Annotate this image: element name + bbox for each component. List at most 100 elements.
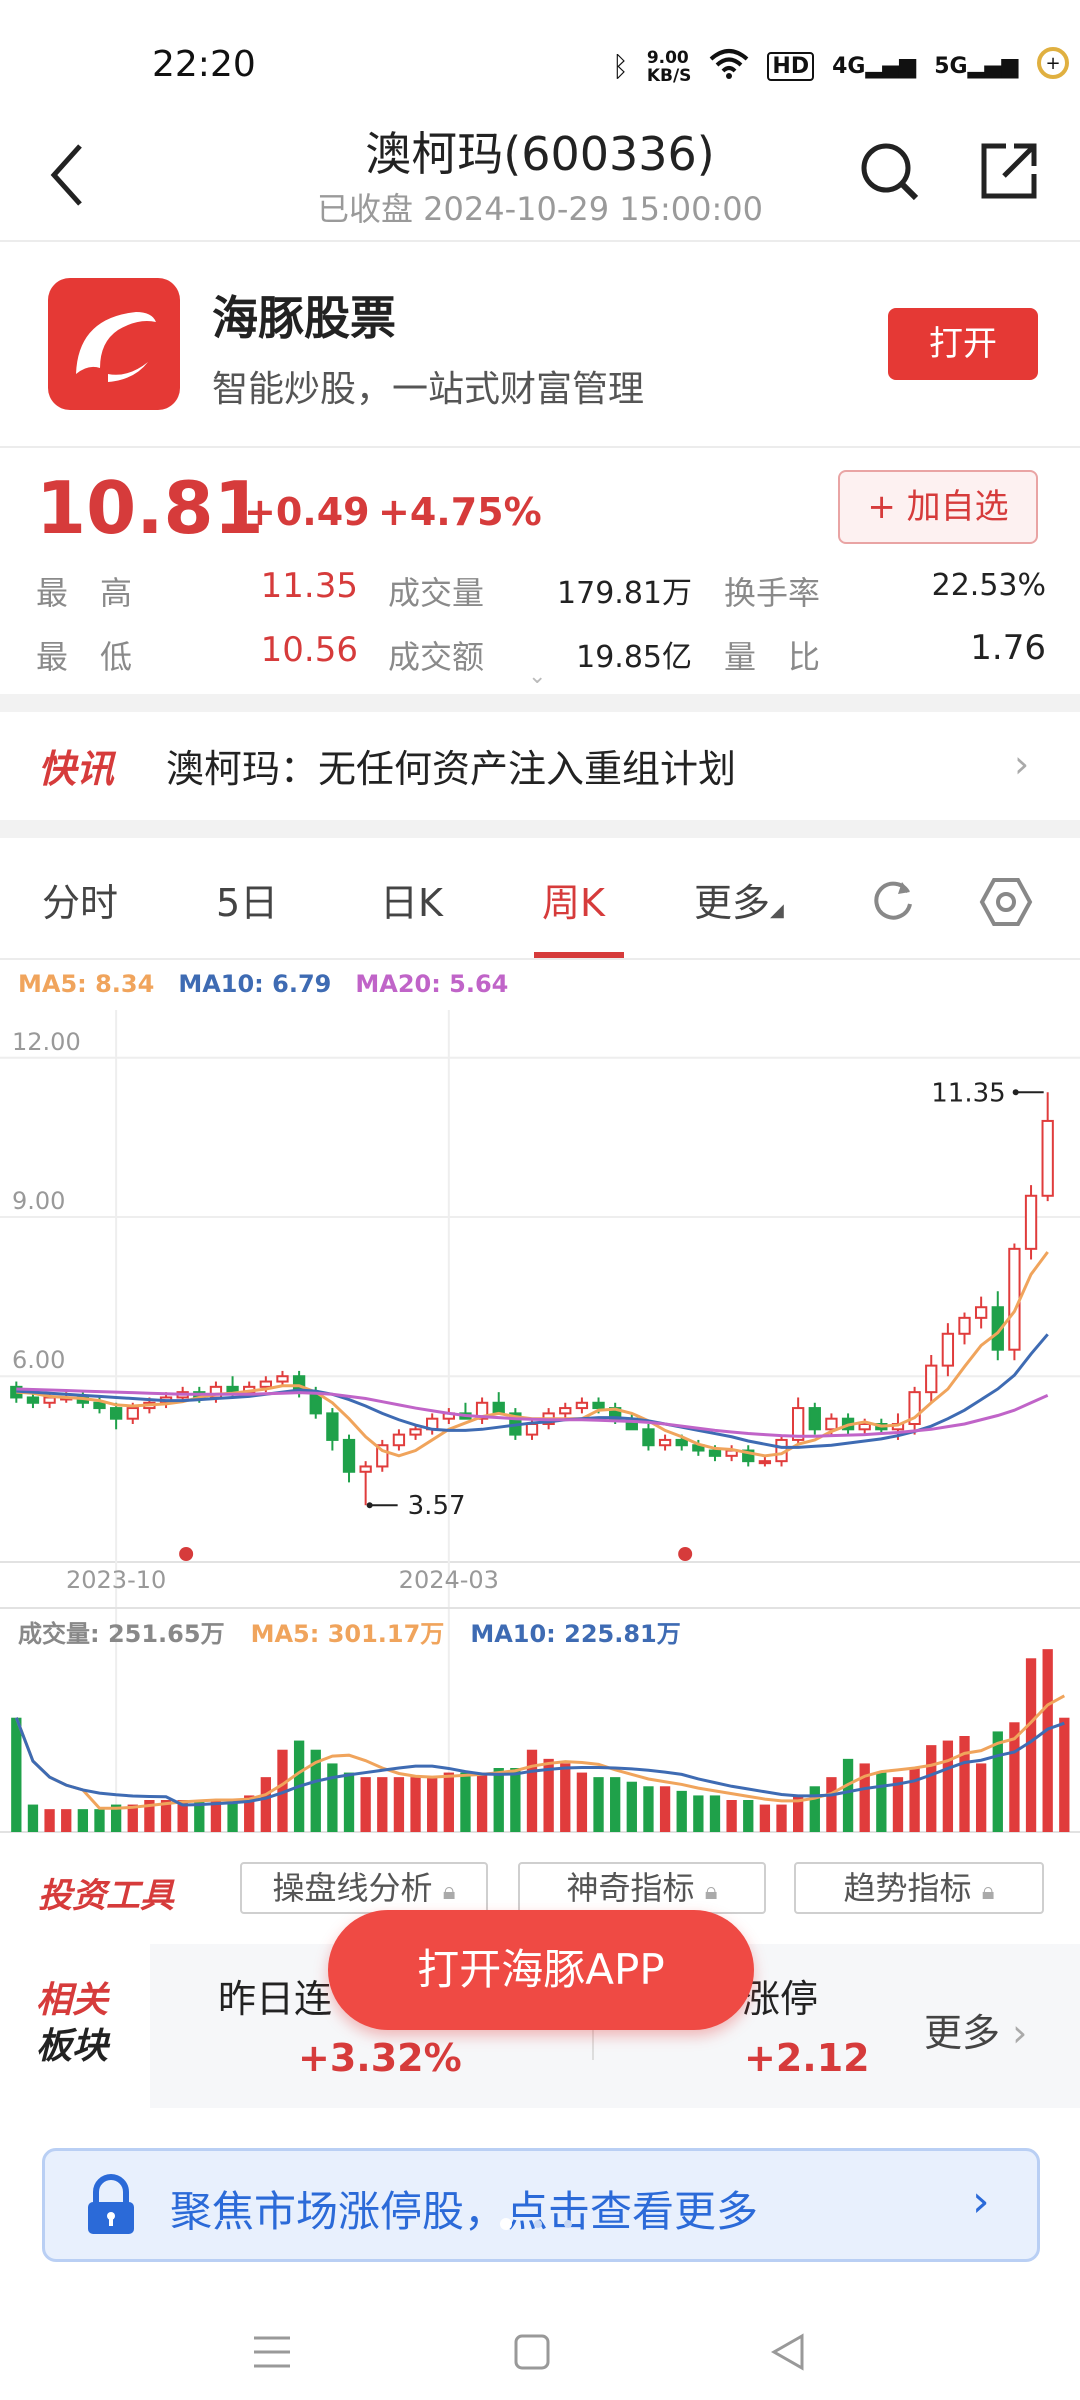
sector-title: 相关 板块 — [36, 1980, 109, 2067]
news-tag: 快讯 — [38, 747, 115, 791]
share-icon[interactable] — [976, 138, 1042, 204]
volume-bar — [360, 1777, 371, 1832]
page-dot-active — [500, 2218, 512, 2230]
signal-5g-icon: 5G▂▄▆ — [934, 54, 1019, 79]
volume-bar — [227, 1800, 238, 1832]
tools-title: 投资工具 — [38, 1876, 174, 1916]
sector-more-link[interactable]: 更多 › — [924, 2002, 1027, 2057]
candle-body — [758, 1460, 772, 1465]
menu-icon[interactable] — [250, 2332, 294, 2376]
candle-body — [808, 1407, 821, 1431]
candle-body — [26, 1396, 40, 1404]
status-bar: 22:20 ᛒ 9.00 KB/S HD 4G▂▄▆ 5G▂▄▆ + — [0, 0, 1080, 110]
candle-body — [259, 1380, 272, 1388]
tool-button-magic-indicator[interactable]: 神奇指标 🔒︎ — [518, 1862, 766, 1914]
net-speed: 9.00 KB/S — [646, 47, 692, 86]
volume-bar — [610, 1777, 621, 1832]
volume-bar — [676, 1790, 687, 1832]
app-logo[interactable] — [48, 278, 180, 410]
volume-bar — [343, 1772, 355, 1832]
search-icon[interactable] — [856, 138, 922, 204]
add-watchlist-button[interactable]: + 加自选 — [838, 470, 1038, 544]
wifi-icon — [709, 47, 749, 86]
sector-item-name[interactable]: 昨日连 — [218, 1968, 332, 2023]
candle-body — [1041, 1119, 1054, 1197]
kline-chart[interactable]: 12.00 9.00 6.00 2023-10 2024-03 11.35 3.57 — [0, 1000, 1080, 1860]
open-app-button[interactable]: 打开海豚APP — [328, 1910, 754, 2030]
volume-bar — [643, 1786, 654, 1832]
refresh-icon[interactable] — [868, 874, 918, 924]
volume-bar — [959, 1736, 970, 1832]
candle-body — [925, 1364, 938, 1394]
expand-chevron-icon[interactable]: ⌄ — [528, 664, 546, 689]
stat-value: 10.56 — [260, 630, 358, 670]
stat-label: 成交量 — [388, 574, 485, 612]
promo-open-button[interactable]: 打开 — [888, 308, 1038, 380]
max-marker-dot — [1012, 1089, 1019, 1096]
divider — [0, 446, 1080, 448]
volume-bar — [776, 1804, 787, 1832]
candle-body — [525, 1423, 539, 1436]
volume-bar — [809, 1786, 820, 1832]
y-tick-label: 12.00 — [12, 1028, 81, 1056]
event-dot — [179, 1547, 194, 1561]
status-icons: ᛒ 9.00 KB/S HD 4G▂▄▆ 5G▂▄▆ + — [612, 46, 1070, 87]
volume-bar — [410, 1777, 421, 1832]
news-headline[interactable]: 澳柯玛：无任何资产注入重组计划 — [166, 738, 736, 793]
chart-settings-icon[interactable] — [978, 874, 1034, 930]
tab-weekly-k[interactable]: 周K — [542, 872, 605, 927]
volume-total-label: 成交量: 251.65万 — [18, 1620, 225, 1648]
page-dot — [564, 2220, 572, 2228]
tab-5day[interactable]: 5日 — [216, 872, 278, 927]
tab-daily-k[interactable]: 日K — [380, 872, 443, 927]
candle-body — [675, 1438, 688, 1447]
stat-value: 179.81万 — [557, 576, 692, 611]
page-dot — [534, 2220, 542, 2228]
stat-label: 量 比 — [724, 638, 821, 676]
volume-bar — [327, 1763, 338, 1832]
candle-body — [559, 1407, 572, 1415]
divider — [0, 958, 1080, 960]
volume-bar — [576, 1772, 588, 1832]
volume-bar — [659, 1786, 671, 1832]
candle-body — [409, 1428, 422, 1436]
tab-more[interactable]: 更多◢ — [694, 872, 784, 927]
chevron-right-icon: › — [1012, 2011, 1028, 2055]
x-tick-label: 2024-03 — [399, 1566, 499, 1594]
volume-bar — [77, 1809, 89, 1832]
dropdown-icon: ◢ — [770, 900, 784, 921]
tab-intraday[interactable]: 分时 — [42, 872, 118, 927]
candle-body — [342, 1438, 356, 1473]
candle-body — [958, 1316, 971, 1335]
event-dot — [678, 1547, 693, 1561]
candle-body — [492, 1401, 505, 1415]
status-time: 22:20 — [152, 44, 256, 85]
max-price-label: 11.35 — [931, 1078, 1005, 1108]
chevron-right-icon[interactable]: › — [972, 2176, 990, 2227]
volume-ma5-label: MA5: 301.17万 — [250, 1620, 445, 1648]
promo-app-name: 海豚股票 — [212, 291, 396, 345]
tool-button-operation-line[interactable]: 操盘线分析 🔒︎ — [240, 1862, 488, 1914]
ma10-label: MA10: 6.79 — [178, 970, 332, 998]
ma20-label: MA20: 5.64 — [355, 970, 509, 998]
current-price: 10.81 — [36, 466, 264, 550]
candle-body — [974, 1306, 988, 1319]
chevron-right-icon[interactable]: › — [1014, 742, 1029, 786]
x-tick-label: 2023-10 — [66, 1566, 166, 1594]
volume-ma10-line — [14, 1717, 1065, 1807]
candle-body — [658, 1438, 672, 1447]
volume-bar — [560, 1763, 571, 1832]
home-icon[interactable] — [512, 2332, 552, 2376]
candle-body — [93, 1401, 106, 1410]
stat-label: 最 低 — [36, 638, 133, 676]
promo-desc: 智能炒股，一站式财富管理 — [212, 369, 645, 410]
y-tick-label: 9.00 — [12, 1187, 65, 1215]
section-gap — [0, 820, 1080, 838]
volume-bar — [942, 1740, 954, 1832]
candle-body — [109, 1407, 123, 1420]
back-nav-icon[interactable] — [768, 2332, 808, 2376]
volume-bar — [1059, 1717, 1070, 1832]
system-nav-bar — [0, 2290, 1080, 2400]
sector-item-value: +2.12 — [744, 2036, 870, 2080]
tool-button-trend-indicator[interactable]: 趋势指标 🔒︎ — [794, 1862, 1044, 1914]
